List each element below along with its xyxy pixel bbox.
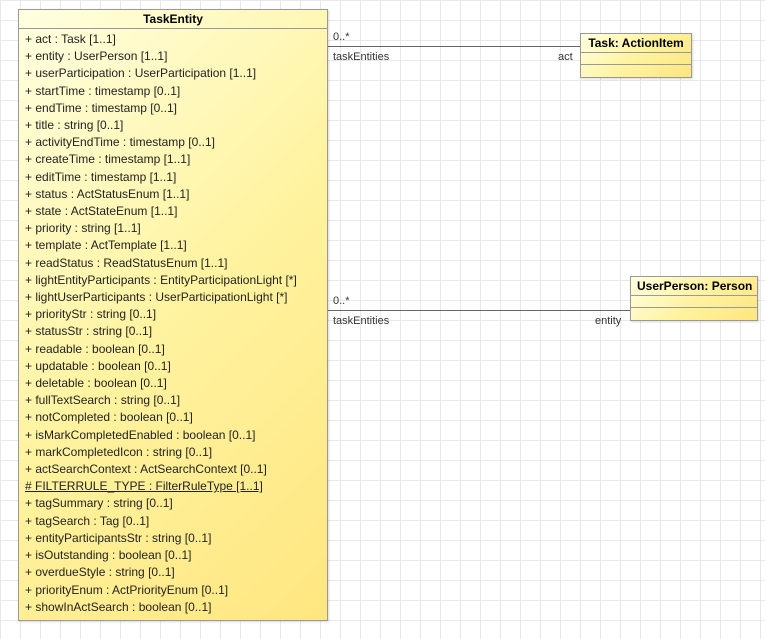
- assoc-task-right-role: act: [558, 51, 573, 63]
- class-taskentity-attr: + isOutstanding : boolean [0..1]: [25, 547, 323, 564]
- class-taskentity-attr: + priorityEnum : ActPriorityEnum [0..1]: [25, 582, 323, 599]
- class-task-bottom-compartment: [581, 65, 691, 77]
- class-taskentity-attr: + readable : boolean [0..1]: [25, 341, 323, 358]
- class-taskentity-attr: + showInActSearch : boolean [0..1]: [25, 599, 323, 616]
- class-taskentity-attr: + activityEndTime : timestamp [0..1]: [25, 134, 323, 151]
- class-taskentity-attrs: + act : Task [1..1]+ entity : UserPerson…: [19, 29, 327, 620]
- class-taskentity-attr: # FILTERRULE_TYPE : FilterRuleType [1..1…: [25, 478, 323, 495]
- class-taskentity-attr: + entityParticipantsStr : string [0..1]: [25, 530, 323, 547]
- class-taskentity-attr: + priorityStr : string [0..1]: [25, 306, 323, 323]
- class-taskentity-attr: + entity : UserPerson [1..1]: [25, 48, 323, 65]
- class-taskentity-attr: + tagSummary : string [0..1]: [25, 495, 323, 512]
- assoc-userperson-left-role: taskEntities: [333, 315, 389, 327]
- class-taskentity-attr: + startTime : timestamp [0..1]: [25, 83, 323, 100]
- class-taskentity-attr: + isMarkCompletedEnabled : boolean [0..1…: [25, 427, 323, 444]
- class-taskentity-attr: + lightEntityParticipants : EntityPartic…: [25, 272, 323, 289]
- class-taskentity-attr: + deletable : boolean [0..1]: [25, 375, 323, 392]
- class-taskentity-attr: + tagSearch : Tag [0..1]: [25, 513, 323, 530]
- class-task-title: Task: ActionItem: [581, 34, 691, 53]
- class-task-empty-compartment: [581, 53, 691, 65]
- class-taskentity-attr: + statusStr : string [0..1]: [25, 323, 323, 340]
- class-taskentity-attr: + notCompleted : boolean [0..1]: [25, 409, 323, 426]
- association-task[interactable]: [327, 46, 580, 47]
- class-taskentity-attr: + fullTextSearch : string [0..1]: [25, 392, 323, 409]
- class-userperson-title: UserPerson: Person: [631, 277, 757, 296]
- class-taskentity-attr: + editTime : timestamp [1..1]: [25, 169, 323, 186]
- class-taskentity-attr: + title : string [0..1]: [25, 117, 323, 134]
- class-userperson-empty-compartment: [631, 296, 757, 308]
- class-userperson-bottom-compartment: [631, 308, 757, 320]
- association-userperson[interactable]: [327, 310, 630, 311]
- class-taskentity-attr: + endTime : timestamp [0..1]: [25, 100, 323, 117]
- class-taskentity-attr: + template : ActTemplate [1..1]: [25, 237, 323, 254]
- class-taskentity-attr: + readStatus : ReadStatusEnum [1..1]: [25, 255, 323, 272]
- class-taskentity-attr: + state : ActStateEnum [1..1]: [25, 203, 323, 220]
- class-taskentity-attr: + userParticipation : UserParticipation …: [25, 65, 323, 82]
- class-taskentity-title: TaskEntity: [19, 10, 327, 29]
- class-taskentity-attr: + actSearchContext : ActSearchContext [0…: [25, 461, 323, 478]
- class-taskentity-attr: + priority : string [1..1]: [25, 220, 323, 237]
- class-taskentity-attr: + lightUserParticipants : UserParticipat…: [25, 289, 323, 306]
- class-taskentity[interactable]: TaskEntity + act : Task [1..1]+ entity :…: [18, 9, 328, 621]
- class-taskentity-attr: + act : Task [1..1]: [25, 31, 323, 48]
- assoc-task-left-mult: 0..*: [333, 31, 350, 43]
- assoc-userperson-right-role: entity: [595, 315, 621, 327]
- diagram-canvas[interactable]: 0..* taskEntities act 0..* taskEntities …: [0, 0, 765, 639]
- class-userperson[interactable]: UserPerson: Person: [630, 276, 758, 321]
- class-taskentity-attr: + markCompletedIcon : string [0..1]: [25, 444, 323, 461]
- assoc-userperson-left-mult: 0..*: [333, 295, 350, 307]
- class-taskentity-attr: + updatable : boolean [0..1]: [25, 358, 323, 375]
- class-taskentity-attr: + overdueStyle : string [0..1]: [25, 564, 323, 581]
- class-taskentity-attr: + status : ActStatusEnum [1..1]: [25, 186, 323, 203]
- class-task[interactable]: Task: ActionItem: [580, 33, 692, 78]
- class-taskentity-attr: + createTime : timestamp [1..1]: [25, 151, 323, 168]
- assoc-task-left-role: taskEntities: [333, 51, 389, 63]
